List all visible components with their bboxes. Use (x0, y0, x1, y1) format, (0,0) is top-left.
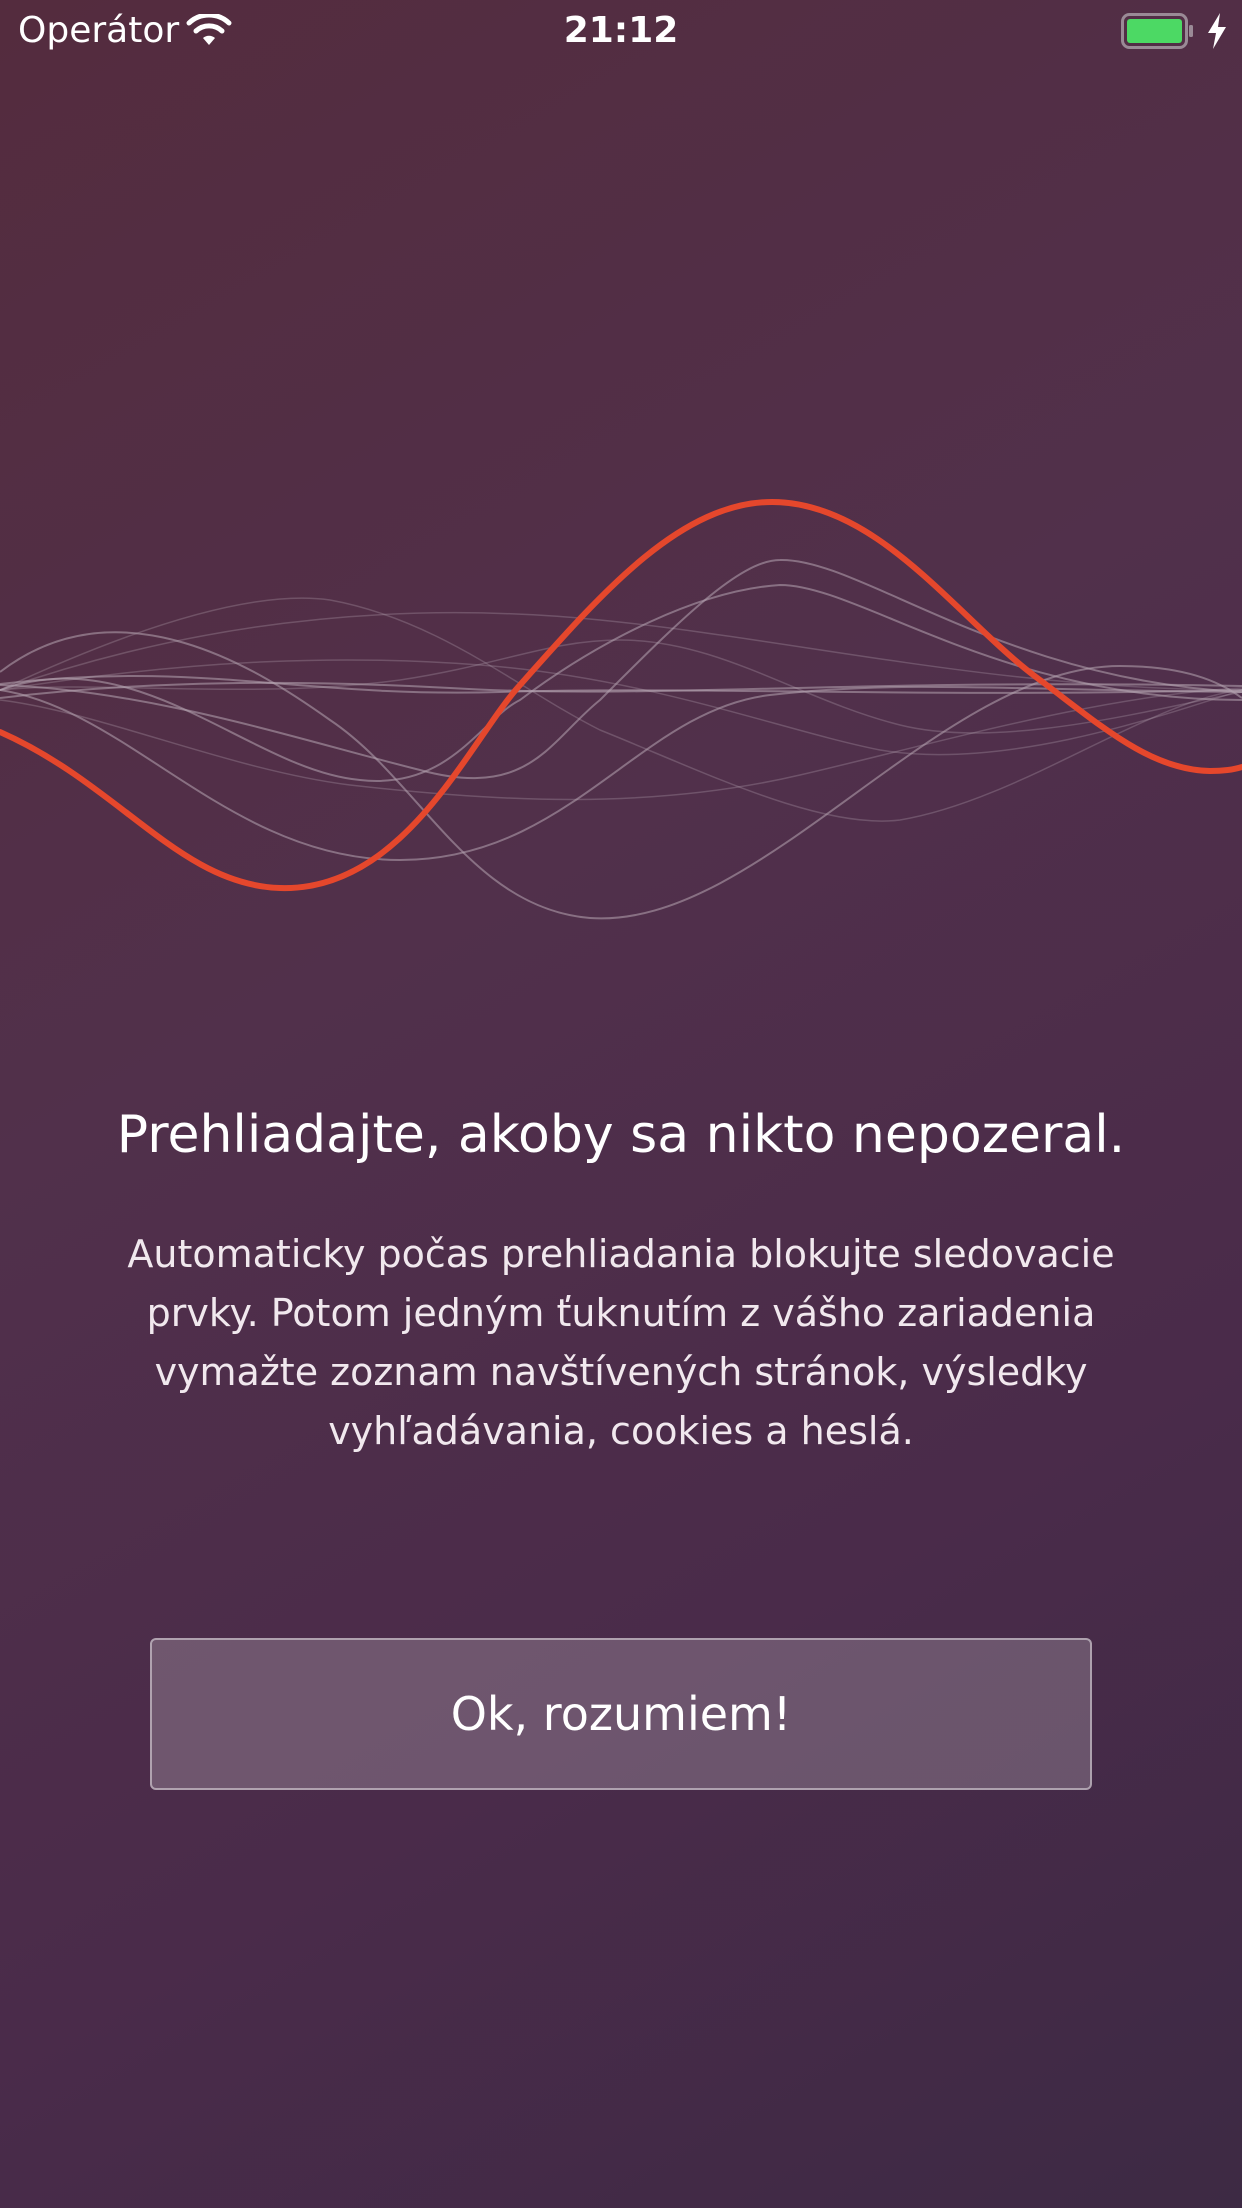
sound-wave-illustration (0, 440, 1242, 940)
status-bar: Operátor 21:12 (0, 0, 1242, 62)
onboarding-headline: Prehliadajte, akoby sa nikto nepozeral. (116, 1105, 1126, 1165)
status-time: 21:12 (563, 10, 679, 51)
ok-got-it-button[interactable]: Ok, rozumiem! (150, 1638, 1092, 1790)
onboarding-description: Automaticky počas prehliadania blokujte … (127, 1232, 1115, 1453)
charging-bolt-icon (1205, 12, 1229, 50)
battery-icon (1121, 13, 1195, 49)
